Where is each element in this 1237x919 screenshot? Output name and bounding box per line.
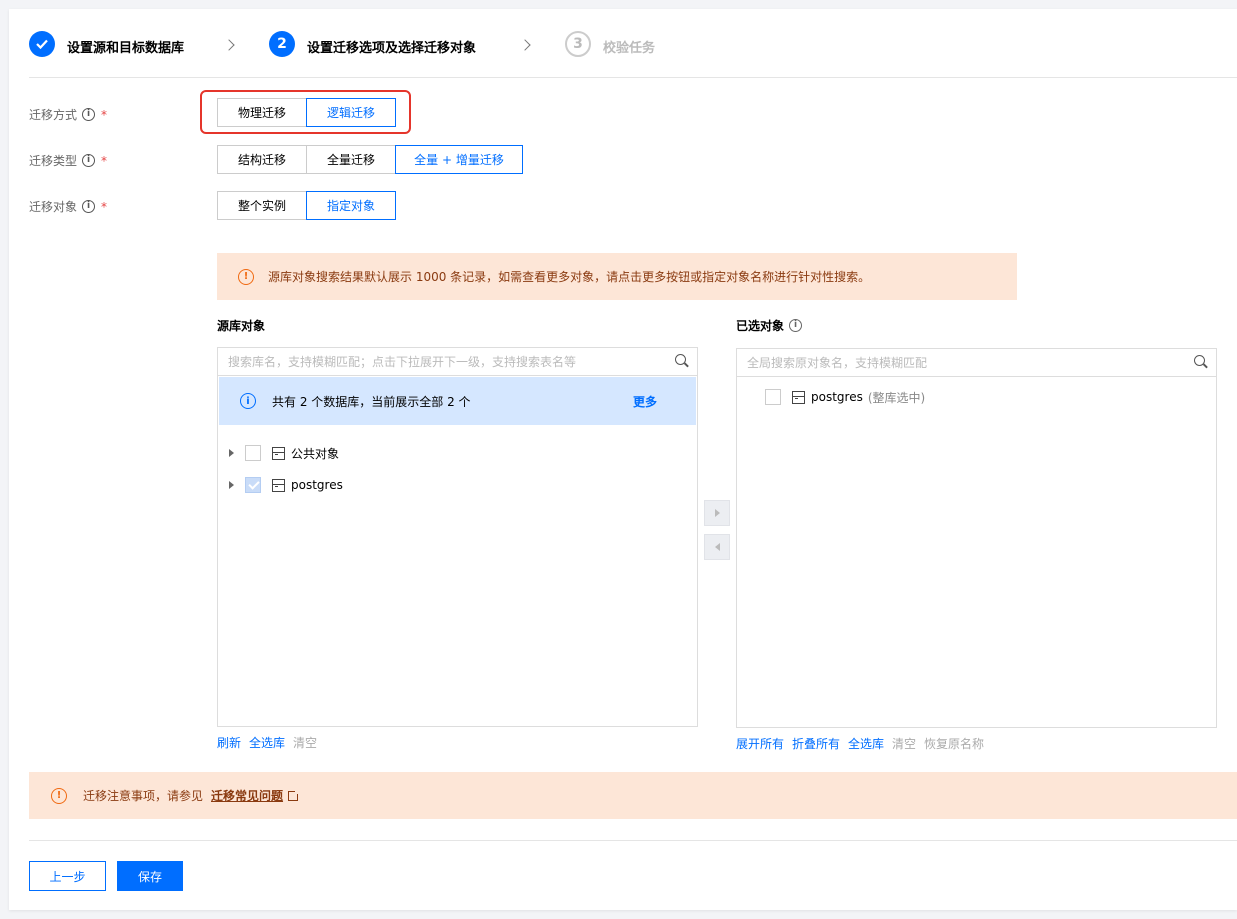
migration-config-card: 设置源和目标数据库 2 设置迁移选项及选择迁移对象 3 校验任务 迁移方式 i …: [9, 9, 1237, 910]
selected-item-label: postgres: [811, 390, 863, 404]
required-mark: *: [101, 199, 108, 214]
external-link-icon[interactable]: [288, 788, 301, 801]
search-limit-notice: ! 源库对象搜索结果默认展示 1000 条记录，如需查看更多对象，请点击更多按钮…: [217, 253, 1017, 300]
source-objects-title: 源库对象: [217, 319, 266, 333]
source-search-input[interactable]: 搜索库名，支持模糊匹配；点击下拉展开下一级，支持搜索表名等: [218, 348, 697, 376]
migration-faq-link[interactable]: 迁移常见问题: [211, 787, 283, 804]
info-icon[interactable]: i: [82, 154, 96, 167]
database-icon: [792, 390, 805, 404]
selected-objects-panel: 全局搜索原对象名，支持模糊匹配 postgres (整库选中): [736, 348, 1217, 728]
source-objects-panel: 搜索库名，支持模糊匹配；点击下拉展开下一级，支持搜索表名等 i 共有 2 个数据…: [217, 347, 698, 727]
required-mark: *: [101, 107, 108, 122]
step-2-label: 设置迁移选项及选择迁移对象: [307, 41, 477, 56]
source-search-placeholder: 搜索库名，支持模糊匹配；点击下拉展开下一级，支持搜索表名等: [228, 355, 577, 369]
warning-icon: !: [238, 268, 254, 285]
option-physical-migration[interactable]: 物理迁移: [217, 98, 307, 127]
tree-item-postgres[interactable]: postgres: [229, 475, 343, 495]
migration-object-text: 迁移对象: [29, 200, 78, 214]
info-icon[interactable]: i: [82, 200, 96, 213]
divider: [29, 840, 1237, 841]
tree-item-public-objects[interactable]: 公共对象: [229, 443, 339, 463]
refresh-link[interactable]: 刷新: [217, 734, 241, 751]
migration-notes-banner: ! 迁移注意事项，请参见 迁移常见问题: [29, 772, 1237, 819]
option-specified-object[interactable]: 指定对象: [306, 191, 396, 220]
warning-icon: !: [51, 787, 67, 804]
selected-objects-text: 已选对象: [736, 319, 785, 333]
selected-item-postgres[interactable]: postgres (整库选中): [765, 387, 925, 407]
step-1-label[interactable]: 设置源和目标数据库: [67, 37, 184, 56]
migration-object-segment: 整个实例 指定对象: [217, 191, 396, 220]
search-icon[interactable]: [675, 354, 689, 368]
checkbox[interactable]: [765, 389, 781, 405]
database-icon: [272, 478, 285, 492]
arrow-left-icon: [714, 543, 720, 551]
notice-text: 源库对象搜索结果默认展示 1000 条记录，如需查看更多对象，请点击更多按钮或指…: [268, 270, 871, 284]
migration-object-label: 迁移对象 i *: [29, 198, 107, 215]
collapse-all-link[interactable]: 折叠所有: [792, 735, 840, 752]
migration-type-label: 迁移类型 i *: [29, 152, 107, 169]
required-mark: *: [101, 153, 108, 168]
option-logical-migration[interactable]: 逻辑迁移: [306, 98, 396, 127]
migration-type-text: 迁移类型: [29, 154, 78, 168]
more-button[interactable]: 更多: [633, 393, 657, 410]
selected-search-placeholder: 全局搜索原对象名，支持模糊匹配: [747, 356, 928, 370]
database-icon: [272, 446, 285, 460]
checkbox-checked[interactable]: [245, 477, 261, 493]
clear-link: 清空: [892, 737, 917, 751]
database-count-info: i 共有 2 个数据库，当前展示全部 2 个 更多: [219, 377, 696, 425]
expand-all-link[interactable]: 展开所有: [736, 735, 784, 752]
selected-objects-title: 已选对象 i: [736, 317, 803, 334]
database-count-text: 共有 2 个数据库，当前展示全部 2 个: [272, 394, 471, 409]
step-3-label: 校验任务: [603, 41, 656, 56]
restore-name-link: 恢复原名称: [924, 737, 985, 751]
save-button[interactable]: 保存: [117, 861, 183, 891]
select-all-db-link[interactable]: 全选库: [848, 735, 884, 752]
migration-method-label: 迁移方式 i *: [29, 106, 107, 123]
chevron-right-icon: [519, 39, 531, 51]
arrow-right-icon: [714, 509, 720, 517]
migration-notes-text: 迁移注意事项，请参见: [83, 789, 204, 803]
chevron-right-icon: [223, 39, 235, 51]
tree-item-label: 公共对象: [291, 446, 340, 461]
step-2-number: 2: [269, 31, 295, 57]
divider: [29, 77, 1237, 78]
option-full-incremental-migration[interactable]: 全量 + 增量迁移: [395, 145, 523, 174]
prev-step-button[interactable]: 上一步: [29, 861, 106, 891]
migration-method-text: 迁移方式: [29, 108, 78, 122]
info-icon: i: [240, 393, 256, 409]
option-structure-migration[interactable]: 结构迁移: [217, 145, 307, 174]
expand-caret-icon[interactable]: [229, 481, 234, 489]
step-3-number: 3: [565, 31, 591, 57]
migration-type-segment: 结构迁移 全量迁移 全量 + 增量迁移: [217, 145, 523, 174]
info-icon[interactable]: i: [82, 108, 96, 121]
selected-item-note: (整库选中): [867, 390, 926, 405]
selected-search-input[interactable]: 全局搜索原对象名，支持模糊匹配: [737, 349, 1216, 377]
migration-method-segment: 物理迁移 逻辑迁移: [217, 98, 396, 127]
tree-item-label: postgres: [291, 478, 343, 492]
step-1-check-icon: [29, 31, 55, 57]
clear-link: 清空: [293, 736, 318, 750]
option-full-migration[interactable]: 全量迁移: [306, 145, 396, 174]
checkbox[interactable]: [245, 445, 261, 461]
info-icon[interactable]: i: [789, 319, 803, 332]
expand-caret-icon[interactable]: [229, 449, 234, 457]
move-left-button[interactable]: [704, 534, 730, 560]
search-icon[interactable]: [1194, 355, 1208, 369]
option-whole-instance[interactable]: 整个实例: [217, 191, 307, 220]
move-right-button[interactable]: [704, 500, 730, 526]
select-all-db-link[interactable]: 全选库: [249, 734, 285, 751]
